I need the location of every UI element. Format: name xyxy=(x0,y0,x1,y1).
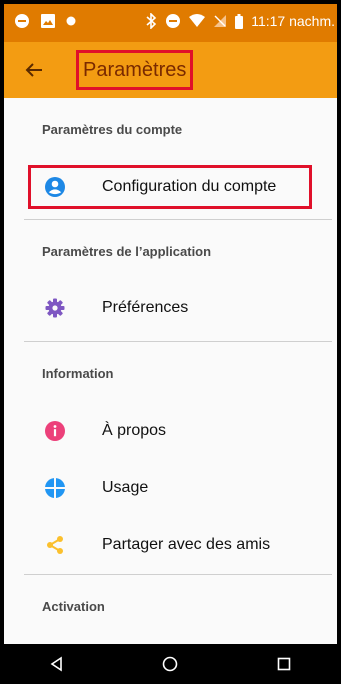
preferences-label: Préférences xyxy=(102,299,189,316)
share-item[interactable]: Partager avec des amis xyxy=(0,523,341,567)
app-bar: Paramètres xyxy=(0,42,341,98)
divider xyxy=(24,341,332,342)
nav-back-icon xyxy=(50,656,62,672)
divider xyxy=(24,219,332,220)
section-title-information: Information xyxy=(42,366,114,381)
section-title-application: Paramètres de l’application xyxy=(42,244,212,259)
navigation-bar xyxy=(0,644,341,684)
gear-icon xyxy=(44,297,66,319)
item-highlight xyxy=(28,165,312,209)
pie-icon xyxy=(44,477,66,499)
about-item[interactable]: À propos xyxy=(0,409,341,453)
usage-item[interactable]: Usage xyxy=(0,466,341,510)
nav-recents-button[interactable] xyxy=(264,644,304,684)
settings-list: Paramètres du compte Configuration du co… xyxy=(0,98,341,644)
back-button[interactable] xyxy=(22,58,46,82)
title-highlight: Paramètres xyxy=(76,50,194,90)
page-title: Paramètres xyxy=(83,58,187,81)
status-bar: 11:17 nachm. xyxy=(0,0,341,42)
nav-recents-icon xyxy=(277,657,291,671)
battery-icon xyxy=(235,13,244,29)
nav-back-button[interactable] xyxy=(37,644,77,684)
section-title-activation: Activation xyxy=(42,599,105,614)
share-label: Partager avec des amis xyxy=(102,536,271,553)
status-time: 11:17 nachm. xyxy=(251,13,335,29)
no-signal-icon xyxy=(213,14,227,28)
nav-home-button[interactable] xyxy=(150,644,190,684)
info-icon xyxy=(44,420,66,442)
minus-circle-icon xyxy=(14,13,30,29)
preferences-item[interactable]: Préférences xyxy=(0,286,341,330)
about-label: À propos xyxy=(102,422,167,439)
do-not-disturb-icon xyxy=(165,13,181,29)
usage-label: Usage xyxy=(102,479,149,496)
wifi-icon xyxy=(189,14,206,28)
image-icon xyxy=(40,13,56,29)
dot-icon xyxy=(66,16,76,26)
nav-home-icon xyxy=(163,656,178,672)
divider xyxy=(24,574,332,575)
arrow-left-icon xyxy=(25,63,42,77)
share-icon xyxy=(44,534,66,556)
bluetooth-icon xyxy=(145,13,157,29)
section-title-account: Paramètres du compte xyxy=(42,122,183,137)
